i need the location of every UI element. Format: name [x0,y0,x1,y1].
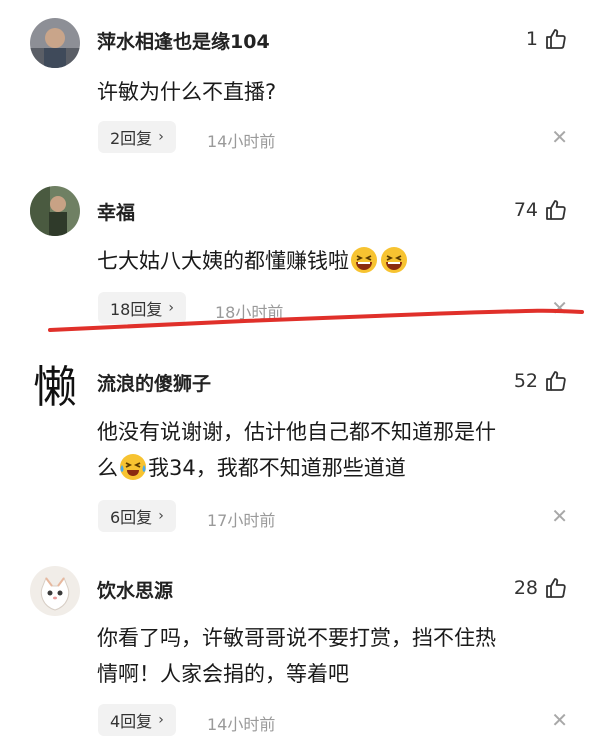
comment-text-fragment: 么 [97,456,118,480]
comment-text-line: 情啊！人家会捐的，等着吧 [97,662,349,686]
comment-text-line: 他没有说谢谢，估计他自己都不知道那是什 [97,420,496,444]
comment-text: 七大姑八大姨的都懂赚钱啦 [97,243,567,279]
like-button[interactable]: 28 [514,576,568,600]
user-avatar[interactable] [30,566,80,616]
username[interactable]: 幸福 [97,198,135,225]
thumbs-up-icon [546,200,566,220]
like-button[interactable]: 52 [514,369,568,393]
close-icon[interactable]: ✕ [551,298,568,318]
close-icon[interactable]: ✕ [551,506,568,526]
timestamp: 17小时前 [207,511,276,530]
timestamp: 14小时前 [207,715,276,734]
thumbs-up-icon [546,29,566,49]
laughing-emoji [351,247,377,273]
replies-count: 2回复 [110,129,153,148]
replies-count: 18回复 [110,300,163,319]
username[interactable]: 饮水思源 [97,576,173,603]
thumbs-up-icon [546,371,566,391]
comment-text: 许敏为什么不直播? [97,80,277,104]
like-count: 52 [513,370,538,392]
thumbs-up-icon [546,578,566,598]
like-button[interactable]: 1 [526,27,568,51]
comment-text-line: 你看了吗，许敏哥哥说不要打赏，挡不住热 [97,626,496,650]
close-icon[interactable]: ✕ [551,127,568,147]
comment-text-body: 七大姑八大姨的都懂赚钱啦 [97,249,349,273]
close-icon[interactable]: ✕ [551,710,568,730]
user-avatar[interactable]: 懒 [30,355,80,411]
chevron-right-icon: › [158,712,164,728]
crying-laughing-emoji [120,454,146,480]
replies-count: 4回复 [110,712,153,731]
replies-count: 6回复 [110,508,153,527]
username[interactable]: 流浪的傻狮子 [97,369,211,396]
like-button[interactable]: 74 [514,198,568,222]
laughing-emoji [381,247,407,273]
like-count: 28 [513,577,538,599]
timestamp: 14小时前 [207,132,276,151]
chevron-right-icon: › [168,300,174,316]
like-count: 74 [513,199,538,221]
comment-text-line: 么 我34，我都不知道那些道道 [97,450,567,486]
replies-button[interactable]: 4回复 › [98,704,176,736]
comment-text-fragment: 我34，我都不知道那些道道 [148,456,406,480]
comment-text: 他没有说谢谢，估计他自己都不知道那是什 么 我34，我都不知道那些道道 [97,414,567,486]
like-count: 1 [525,28,538,50]
username[interactable]: 萍水相逢也是缘104 [97,27,270,54]
chevron-right-icon: › [158,129,164,145]
user-avatar[interactable] [30,186,80,236]
user-avatar[interactable] [30,18,80,68]
replies-button[interactable]: 6回复 › [98,500,176,532]
replies-button[interactable]: 18回复 › [98,292,186,324]
chevron-right-icon: › [158,508,164,524]
comment-text: 你看了吗，许敏哥哥说不要打赏，挡不住热 情啊！人家会捐的，等着吧 [97,620,567,692]
timestamp: 18小时前 [215,303,284,322]
replies-button[interactable]: 2回复 › [98,121,176,153]
